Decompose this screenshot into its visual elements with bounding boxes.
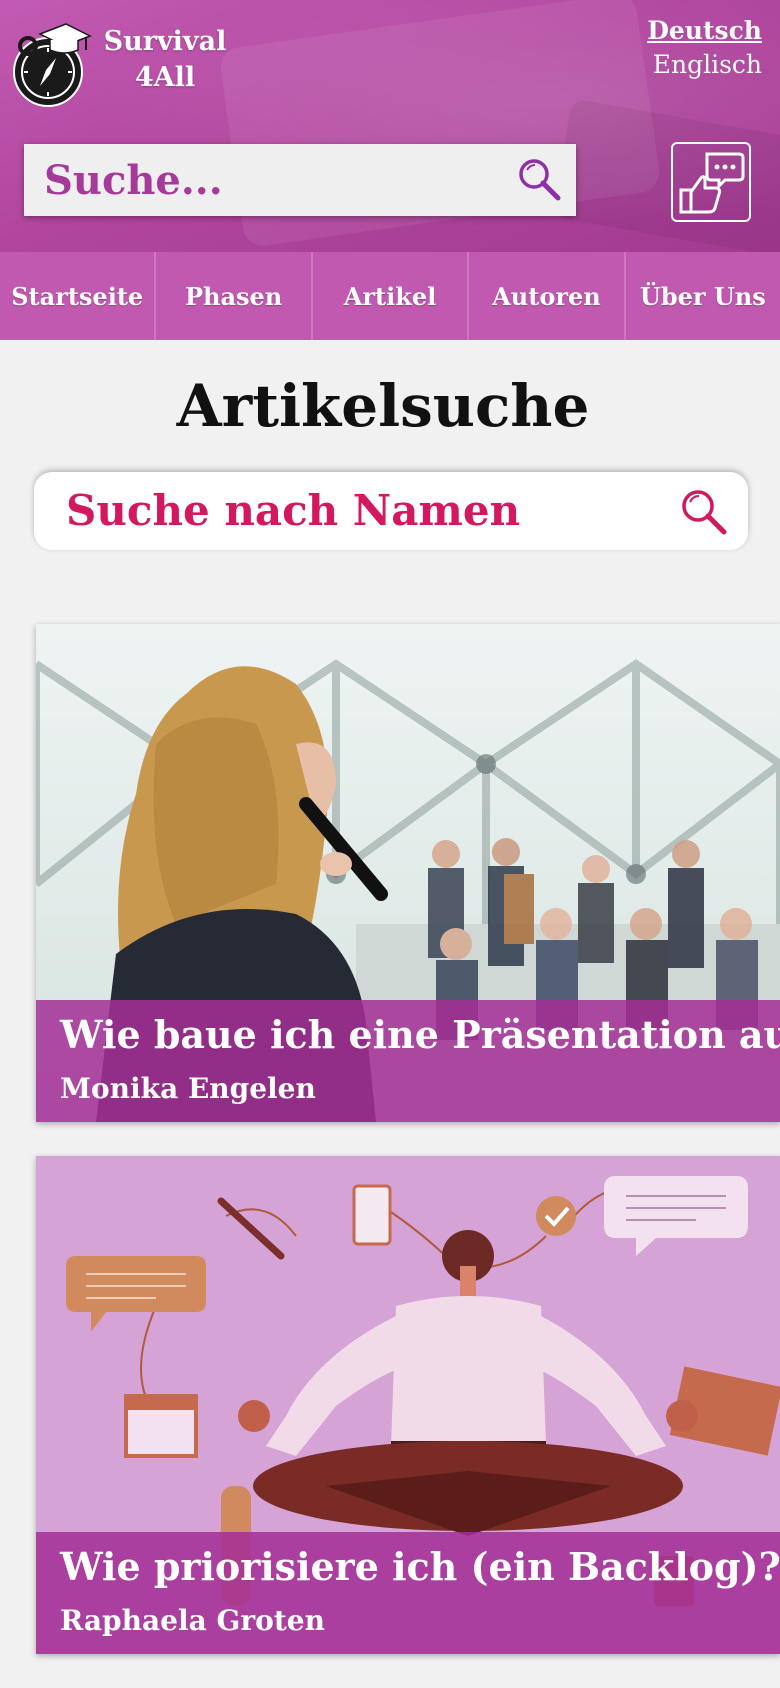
article-caption: Wie baue ich eine Präsentation auf? Moni… bbox=[36, 1000, 780, 1122]
article-title[interactable]: Wie priorisiere ich (ein Backlog)? bbox=[60, 1544, 780, 1589]
name-search-placeholder: Suche nach Namen bbox=[66, 486, 521, 535]
article-author: Monika Engelen bbox=[60, 1072, 316, 1105]
language-english-link[interactable]: Englisch bbox=[647, 48, 762, 82]
article-author: Raphaela Groten bbox=[60, 1604, 325, 1637]
site-header: Survival 4All Deutsch Englisch Suche... bbox=[0, 0, 780, 252]
site-search-input[interactable]: Suche... bbox=[24, 144, 576, 216]
language-german-link[interactable]: Deutsch bbox=[647, 14, 762, 48]
article-card[interactable]: Wie baue ich eine Präsentation auf? Moni… bbox=[36, 624, 780, 1122]
thumbs-up-chat-icon[interactable] bbox=[671, 142, 751, 222]
nav-item-ueber-uns[interactable]: Über Uns bbox=[626, 252, 780, 340]
nav-item-autoren[interactable]: Autoren bbox=[469, 252, 626, 340]
nav-item-startseite[interactable]: Startseite bbox=[0, 252, 157, 340]
main-navigation: Startseite Phasen Artikel Autoren Über U… bbox=[0, 252, 780, 340]
article-title[interactable]: Wie baue ich eine Präsentation auf? bbox=[60, 1012, 780, 1057]
page-title: Artikelsuche bbox=[176, 372, 590, 440]
article-caption: Wie priorisiere ich (ein Backlog)? Rapha… bbox=[36, 1532, 780, 1654]
search-icon[interactable] bbox=[516, 156, 564, 204]
site-search-placeholder: Suche... bbox=[44, 157, 223, 204]
name-search-input[interactable]: Suche nach Namen bbox=[34, 472, 748, 550]
search-icon[interactable] bbox=[678, 486, 730, 538]
language-switcher: Deutsch Englisch bbox=[647, 14, 762, 82]
nav-item-artikel[interactable]: Artikel bbox=[313, 252, 470, 340]
nav-item-phasen[interactable]: Phasen bbox=[156, 252, 313, 340]
brand-name[interactable]: Survival 4All bbox=[100, 24, 230, 96]
brand-line-2: 4All bbox=[134, 62, 196, 93]
compass-logo-icon[interactable] bbox=[10, 16, 96, 108]
article-card[interactable]: Wie priorisiere ich (ein Backlog)? Rapha… bbox=[36, 1156, 780, 1654]
brand-line-1: Survival bbox=[103, 26, 227, 57]
